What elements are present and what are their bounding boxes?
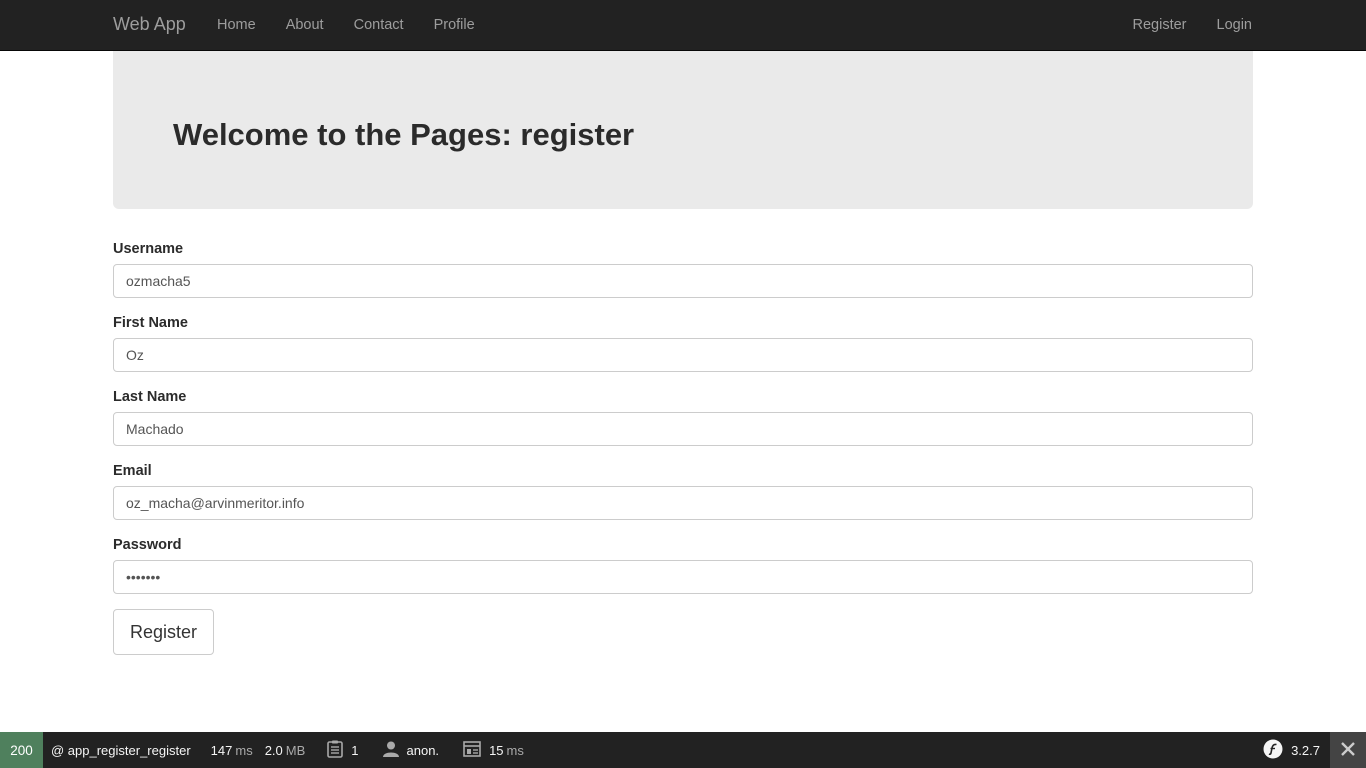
username-group: Username (113, 240, 1253, 314)
memory-info[interactable]: 2.0 MB (265, 732, 306, 768)
route-name: @ app_register_register (51, 742, 191, 758)
nav-home-link[interactable]: Home (217, 17, 256, 33)
email-label: Email (113, 463, 152, 479)
nav-right: Register Login (1103, 17, 1252, 33)
logs-count: 1 (351, 742, 359, 758)
last-name-input[interactable] (113, 412, 1253, 446)
debug-toolbar: 200 @ app_register_register 147 ms 2.0 M… (0, 732, 1366, 768)
nav-about-link[interactable]: About (286, 17, 324, 33)
time-unit: ms (235, 742, 253, 758)
symfony-logo-icon (1263, 739, 1283, 762)
time-value: 147 (210, 742, 233, 758)
time-info[interactable]: 147 ms (211, 732, 253, 768)
username-input[interactable] (113, 264, 1253, 298)
nav-profile-link[interactable]: Profile (434, 17, 475, 33)
email-input[interactable] (113, 486, 1253, 520)
register-form: Username First Name Last Name Email Pass… (113, 240, 1253, 655)
memory-value: 2.0 (264, 742, 283, 758)
clipboard-icon (327, 740, 344, 761)
last-name-group: Last Name (113, 388, 1253, 462)
first-name-label: First Name (113, 315, 188, 331)
password-label: Password (113, 537, 182, 553)
status-code-badge[interactable]: 200 (0, 732, 43, 768)
nav-left: Home About Contact Profile (217, 17, 505, 33)
nav-contact-link[interactable]: Contact (354, 17, 404, 33)
toolbar-right: 3.2.7 (1255, 732, 1366, 768)
render-time-unit: ms (506, 742, 524, 758)
memory-unit: MB (285, 742, 306, 758)
brand-link[interactable]: Web App (113, 14, 186, 35)
jumbotron: Welcome to the Pages: register (113, 51, 1253, 209)
first-name-input[interactable] (113, 338, 1253, 372)
logs-info[interactable]: 1 (327, 732, 359, 768)
nav-register-link[interactable]: Register (1133, 17, 1187, 33)
close-toolbar-button[interactable] (1330, 732, 1366, 768)
last-name-label: Last Name (113, 389, 187, 405)
user-icon (382, 741, 399, 760)
route-info[interactable]: @ app_register_register (51, 732, 191, 768)
password-input[interactable] (113, 560, 1253, 594)
username-label: Username (113, 241, 184, 257)
password-group: Password (113, 536, 1253, 610)
top-navbar: Web App Home About Contact Profile Regis… (0, 0, 1366, 51)
register-button[interactable]: Register (113, 609, 214, 655)
render-info[interactable]: 15 ms (463, 732, 524, 768)
symfony-version-info[interactable]: 3.2.7 (1263, 732, 1320, 768)
email-group: Email (113, 462, 1253, 536)
render-time-value: 15 (489, 742, 504, 758)
nav-login-link[interactable]: Login (1217, 17, 1252, 33)
page-title: Welcome to the Pages: register (173, 117, 635, 152)
symfony-version: 3.2.7 (1291, 742, 1320, 758)
first-name-group: First Name (113, 314, 1253, 388)
layout-icon (463, 740, 481, 760)
user-info[interactable]: anon. (382, 732, 440, 768)
close-icon (1341, 741, 1355, 759)
user-name: anon. (406, 742, 440, 758)
